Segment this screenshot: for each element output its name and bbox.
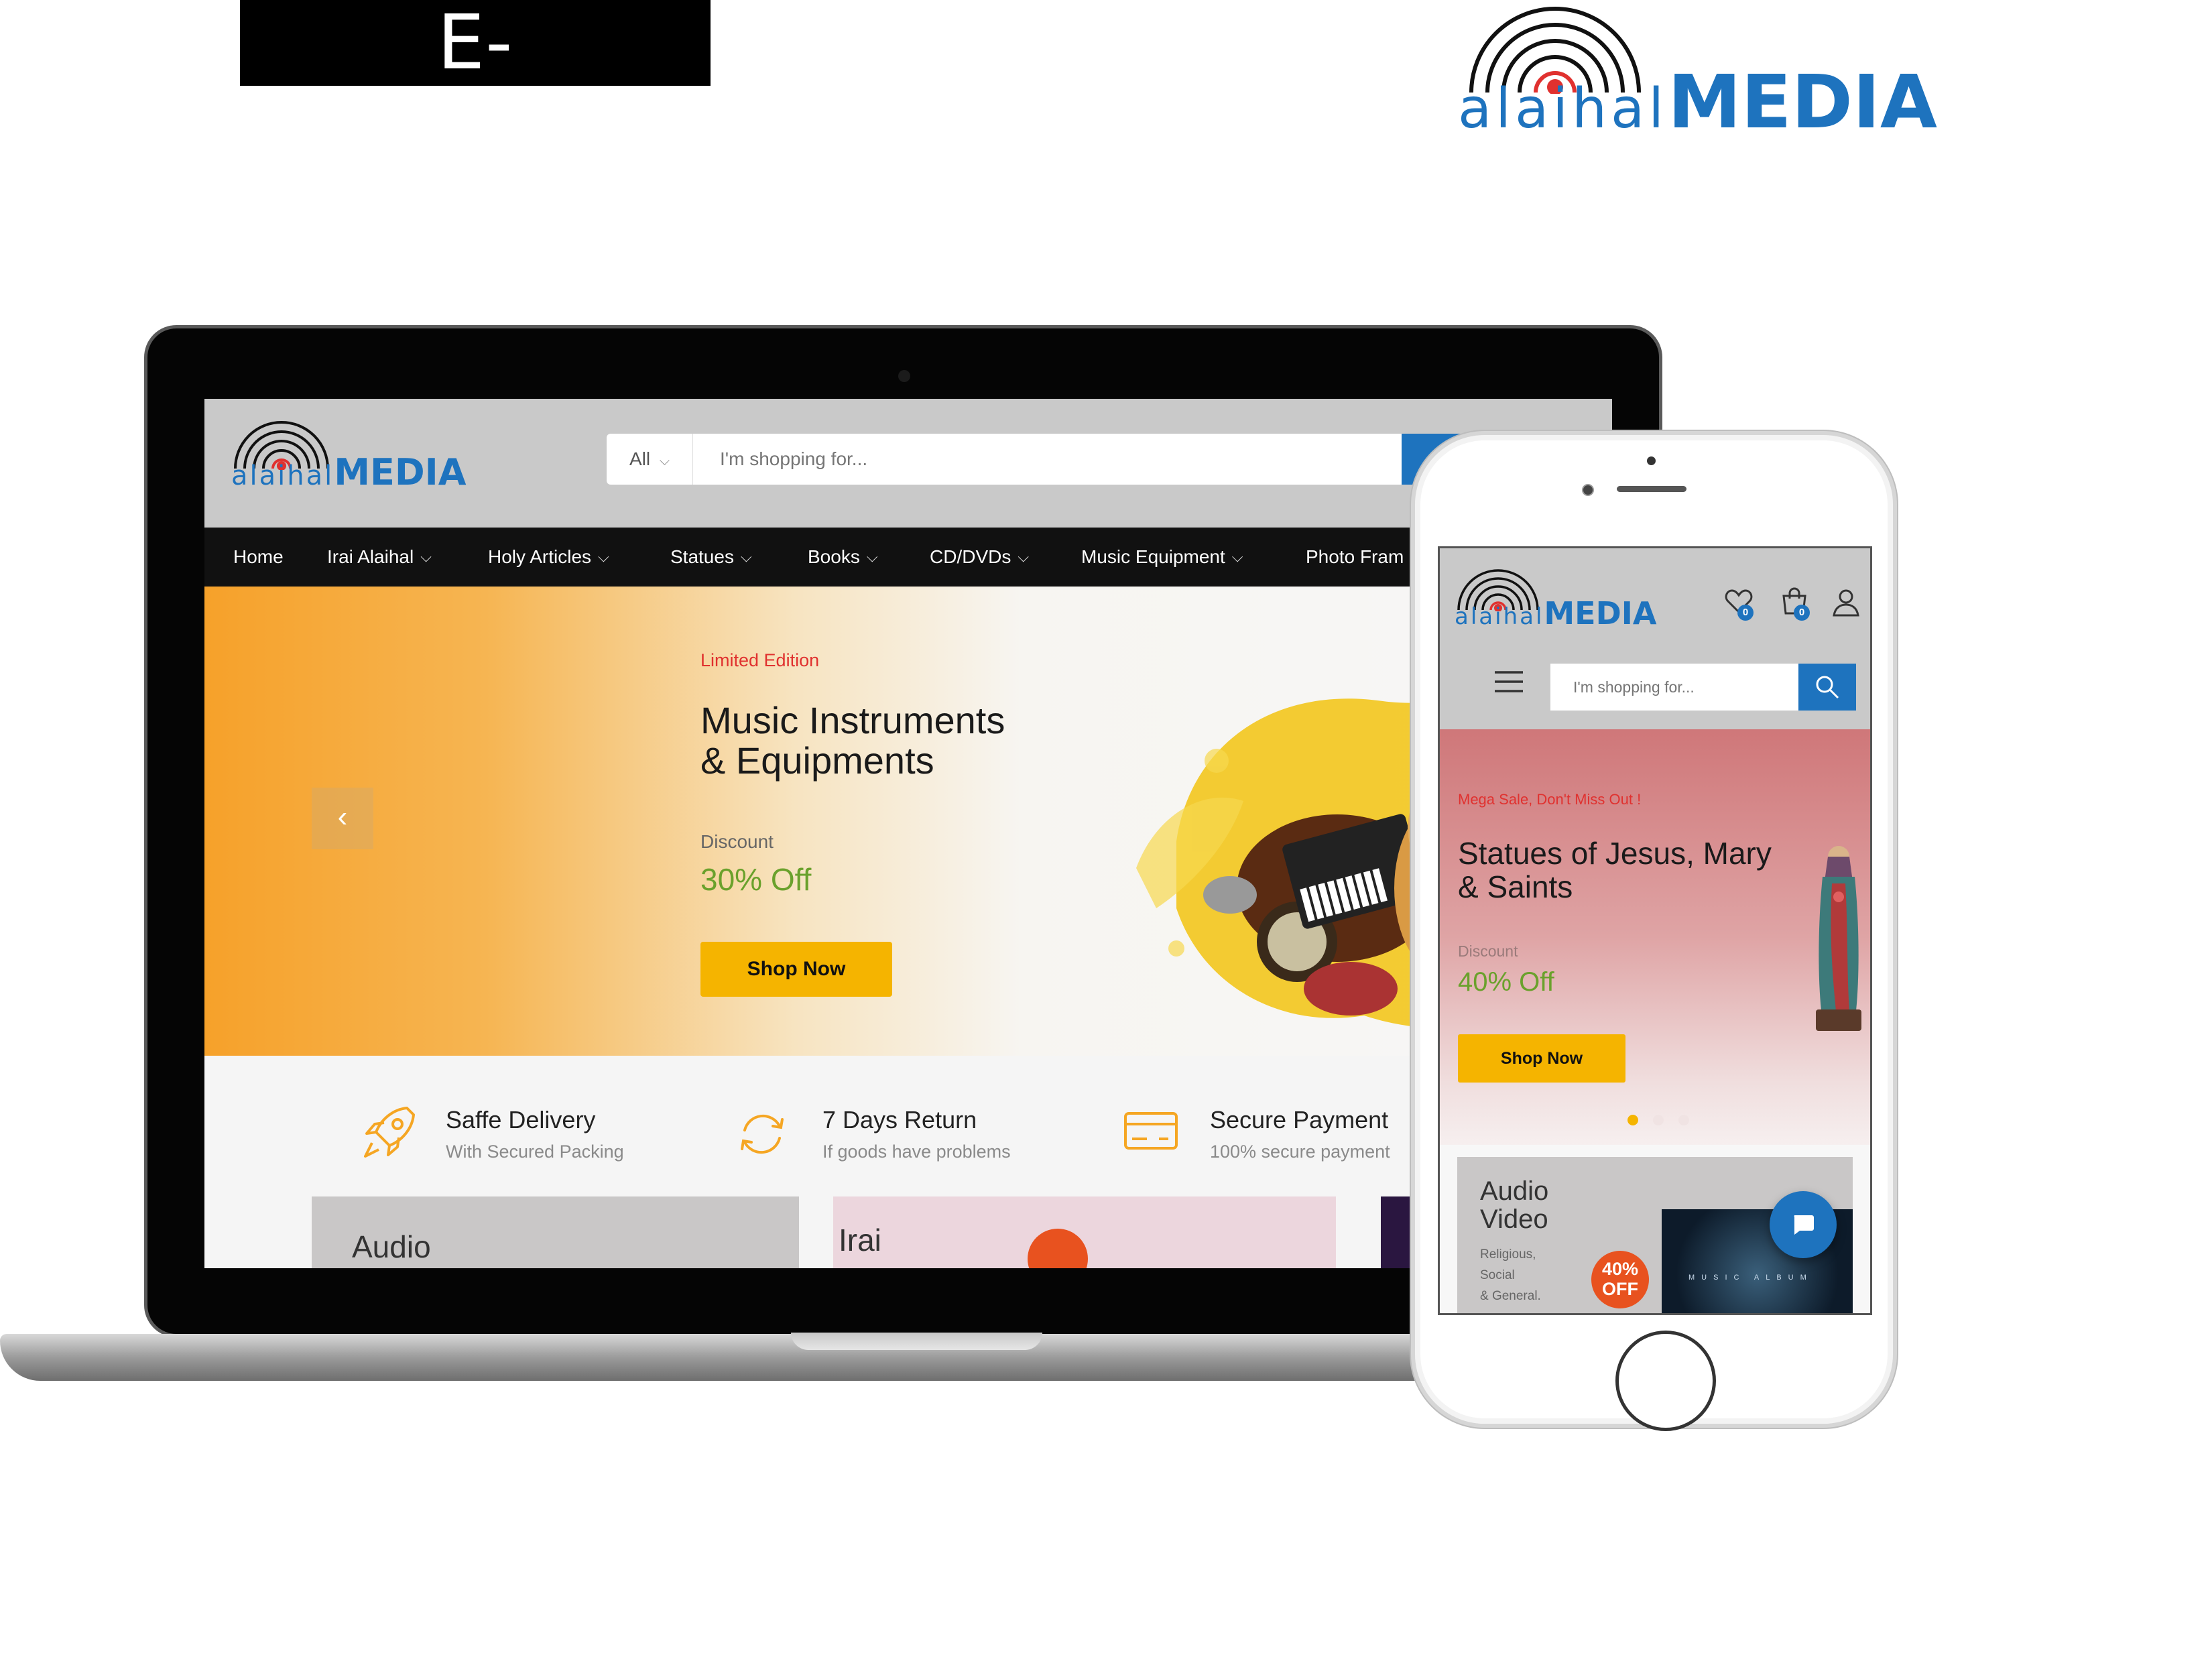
desktop-screen: alaihalMEDIA All ⌵ Home Irai Alaihal⌵ Ho… bbox=[204, 399, 1612, 1268]
chevron-down-icon: ⌵ bbox=[740, 548, 752, 565]
chevron-left-icon: ‹ bbox=[337, 800, 348, 833]
brand-upper-text: MEDIA bbox=[1544, 595, 1657, 631]
card-subtitle: & General. bbox=[1480, 1289, 1541, 1303]
chevron-down-icon: ⌵ bbox=[1018, 548, 1030, 565]
search-input[interactable] bbox=[693, 434, 1402, 485]
card-title: Audio Video bbox=[1480, 1177, 1614, 1233]
hero-title-line: & Saints bbox=[1458, 869, 1573, 904]
badge-line: 40% bbox=[1601, 1259, 1639, 1279]
nav-photo-frames[interactable]: Photo Fram bbox=[1306, 528, 1404, 587]
category-label: All bbox=[629, 448, 651, 469]
discount-label: Discount bbox=[700, 831, 774, 852]
wishlist-count-badge: 0 bbox=[1737, 605, 1754, 621]
chevron-down-icon: ⌵ bbox=[1231, 548, 1243, 565]
laptop-camera bbox=[898, 370, 910, 382]
brand-lower-text: alaihal bbox=[231, 460, 334, 491]
nav-label: Statues bbox=[670, 546, 734, 567]
brand-upper-text: MEDIA bbox=[1668, 59, 1938, 145]
card-subtitle: Religious, bbox=[1480, 1247, 1536, 1262]
discount-value: 40% Off bbox=[1458, 967, 1554, 997]
discount-label: Discount bbox=[1458, 942, 1518, 960]
laptop-base bbox=[0, 1334, 1522, 1381]
hero-title-line: Statues of Jesus, Mary bbox=[1458, 836, 1772, 871]
search-category-select[interactable]: All ⌵ bbox=[607, 434, 693, 485]
return-icon bbox=[741, 1114, 784, 1154]
feature-title: Saffe Delivery bbox=[446, 1106, 596, 1133]
shop-now-button[interactable]: Shop Now bbox=[700, 942, 892, 997]
chevron-down-icon: ⌵ bbox=[866, 548, 878, 565]
mobile-search-button[interactable] bbox=[1798, 664, 1856, 711]
discount-badge bbox=[1028, 1229, 1088, 1268]
slider-prev-button[interactable]: ‹ bbox=[312, 788, 373, 849]
nav-label: Home bbox=[233, 546, 284, 567]
mobile-brand-logo[interactable]: alaihalMEDIA bbox=[1455, 568, 1657, 635]
nav-label: Holy Articles bbox=[488, 546, 592, 567]
shop-now-button[interactable]: Shop Now bbox=[1458, 1034, 1625, 1083]
cart-count-badge: 0 bbox=[1794, 605, 1810, 621]
search-icon bbox=[1816, 676, 1839, 699]
badge-line: OFF bbox=[1602, 1279, 1638, 1299]
nav-statues[interactable]: Statues ⌵ bbox=[670, 528, 752, 587]
saint-statue-image bbox=[1816, 846, 1861, 1031]
mobile-hero-slider: Mega Sale, Don't Miss Out ! Statues of J… bbox=[1440, 729, 1870, 1145]
desktop-header: alaihalMEDIA All ⌵ bbox=[204, 399, 1612, 528]
brand-upper-text: MEDIA bbox=[334, 451, 467, 493]
chat-button[interactable] bbox=[1770, 1191, 1837, 1258]
feature-subtitle: 100% secure payment bbox=[1210, 1142, 1390, 1162]
banner-title: Audio bbox=[352, 1229, 431, 1264]
nav-books[interactable]: Books ⌵ bbox=[808, 528, 878, 587]
discount-value: 30% Off bbox=[700, 862, 812, 897]
nav-irai-alaihal[interactable]: Irai Alaihal ⌵ bbox=[327, 528, 432, 587]
chat-bubble-icon bbox=[1794, 1215, 1814, 1235]
slide-dot[interactable] bbox=[1653, 1115, 1664, 1125]
chevron-down-icon: ⌵ bbox=[420, 548, 432, 565]
nav-home[interactable]: Home bbox=[233, 528, 284, 587]
mobile-search-input[interactable] bbox=[1550, 664, 1798, 711]
hero-slider: ‹ Limited Edition Music Instruments & Eq… bbox=[204, 587, 1612, 1056]
hero-kicker: Limited Edition bbox=[700, 650, 820, 670]
card-subtitle: Social bbox=[1480, 1268, 1515, 1282]
nav-cd-dvds[interactable]: CD/DVDs ⌵ bbox=[930, 528, 1029, 587]
phone-camera bbox=[1582, 484, 1594, 496]
feature-title: Secure Payment bbox=[1210, 1106, 1389, 1133]
feature-title: 7 Days Return bbox=[822, 1106, 977, 1133]
brand-lower-text: alaihal bbox=[1455, 603, 1544, 630]
brand-logo-large: alaihalMEDIA bbox=[1458, 0, 1937, 145]
card-title-line: Video bbox=[1480, 1205, 1548, 1234]
nav-holy-articles[interactable]: Holy Articles ⌵ bbox=[488, 528, 609, 587]
card-icon bbox=[1124, 1112, 1178, 1150]
hero-title: Statues of Jesus, Mary & Saints bbox=[1458, 837, 1833, 904]
slide-dot[interactable] bbox=[1678, 1115, 1689, 1125]
card-title-line: Audio bbox=[1480, 1176, 1549, 1206]
discount-badge: 40% OFF bbox=[1591, 1251, 1649, 1308]
banner-title: Irai bbox=[839, 1223, 881, 1257]
hamburger-menu-icon[interactable] bbox=[1493, 670, 1524, 693]
user-account-icon[interactable] bbox=[1831, 587, 1861, 618]
phone-speaker bbox=[1617, 486, 1686, 492]
nav-label: Photo Fram bbox=[1306, 546, 1404, 567]
chevron-down-icon: ⌵ bbox=[598, 548, 609, 565]
promo-banner-irai[interactable]: Irai bbox=[833, 1196, 1336, 1268]
feature-subtitle: With Secured Packing bbox=[446, 1142, 624, 1162]
ecommerce-tag: E-Commerce bbox=[240, 0, 711, 172]
nav-music-equipment[interactable]: Music Equipment ⌵ bbox=[1081, 528, 1243, 587]
chevron-down-icon: ⌵ bbox=[659, 454, 670, 469]
promo-banner-audio[interactable]: Audio bbox=[312, 1196, 799, 1268]
hero-kicker: Mega Sale, Don't Miss Out ! bbox=[1458, 791, 1642, 808]
nav-label: Irai Alaihal bbox=[327, 546, 414, 567]
desktop-brand-logo[interactable]: alaihalMEDIA bbox=[231, 419, 467, 499]
slide-dot[interactable] bbox=[1627, 1115, 1638, 1125]
main-nav: Home Irai Alaihal ⌵ Holy Articles ⌵ Statue… bbox=[204, 528, 1612, 587]
brand-lower-text: alaihal bbox=[1458, 77, 1668, 141]
nav-label: CD/DVDs bbox=[930, 546, 1011, 567]
laptop-notch bbox=[791, 1333, 1042, 1350]
phone-home-button[interactable] bbox=[1615, 1331, 1716, 1431]
album-label: MUSIC ALBUM bbox=[1688, 1274, 1813, 1282]
nav-label: Books bbox=[808, 546, 860, 567]
feature-subtitle: If goods have problems bbox=[822, 1142, 1011, 1162]
mobile-header: alaihalMEDIA 0 0 bbox=[1440, 548, 1870, 729]
nav-label: Music Equipment bbox=[1081, 546, 1225, 567]
phone-sensor bbox=[1647, 456, 1656, 465]
rocket-icon bbox=[364, 1107, 415, 1158]
